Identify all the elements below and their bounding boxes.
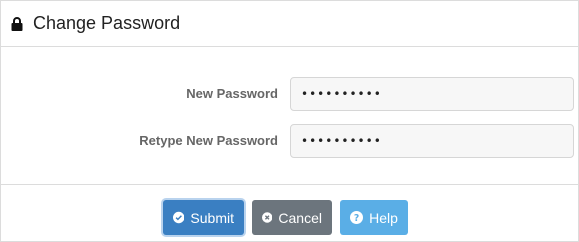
lock-icon: [11, 16, 23, 31]
cancel-button[interactable]: Cancel: [252, 200, 332, 235]
new-password-label: New Password: [186, 86, 278, 101]
close-circle-icon: [262, 212, 273, 223]
cancel-label: Cancel: [278, 209, 322, 226]
change-password-panel: Change Password New Password Retype New …: [0, 0, 579, 242]
footer-divider: [1, 184, 578, 185]
svg-text:?: ?: [354, 213, 359, 224]
new-password-row: New Password: [1, 77, 578, 111]
retype-password-label: Retype New Password: [139, 133, 278, 148]
help-label: Help: [369, 209, 398, 226]
new-password-input[interactable]: [290, 77, 574, 111]
retype-password-input[interactable]: [290, 124, 574, 158]
submit-label: Submit: [190, 209, 234, 226]
question-circle-icon: ?: [350, 211, 364, 224]
retype-password-row: Retype New Password: [1, 124, 578, 158]
panel-title: Change Password: [33, 13, 181, 33]
check-circle-icon: [173, 211, 185, 224]
panel-header: Change Password: [1, 1, 578, 47]
submit-button[interactable]: Submit: [163, 200, 244, 235]
help-button[interactable]: ? Help: [340, 200, 408, 235]
